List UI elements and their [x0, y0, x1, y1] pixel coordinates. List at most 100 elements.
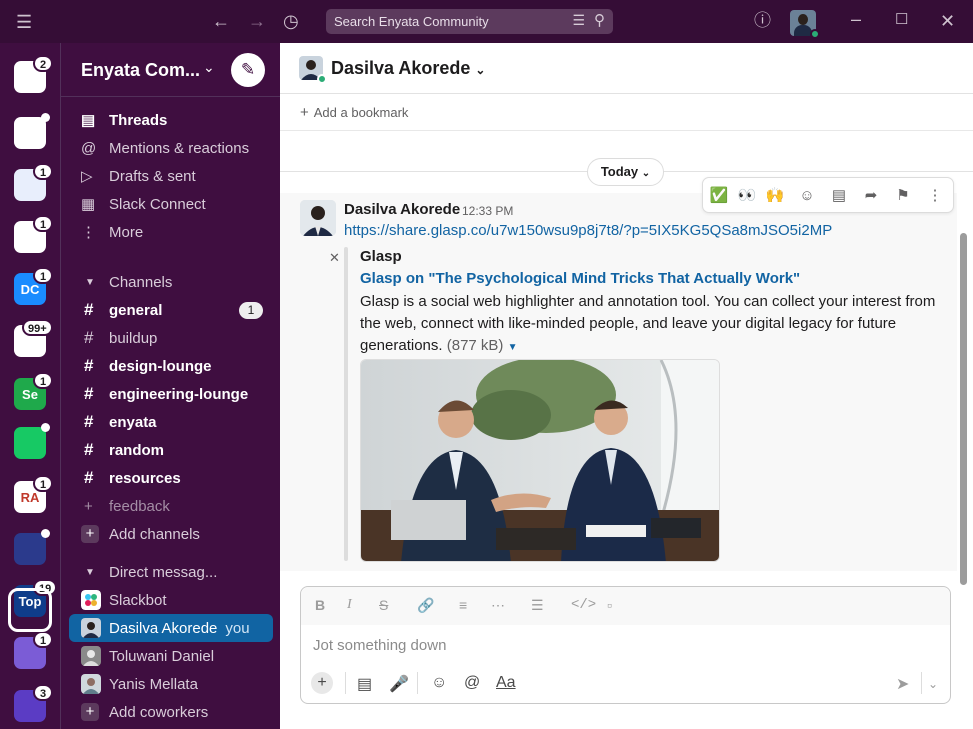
sidebar-item-label: Slack Connect [109, 195, 206, 213]
channel-item-feedback[interactable]: + feedback [81, 494, 263, 518]
add-coworkers-button[interactable]: + Add coworkers [81, 700, 208, 724]
search-bar[interactable]: Search Enyata Community ☰ ⚲ [326, 9, 613, 34]
formatting-toolbar: B I S 🔗 ≡ ⋯ ☰ </> ▫ [301, 587, 950, 625]
attach-plus-button[interactable]: + [311, 672, 333, 694]
workspace-unread-badge: 99+ [22, 319, 53, 336]
link-icon[interactable]: 🔗 [417, 597, 434, 614]
sidebar-item-drafts[interactable]: ▷ Drafts & sent [81, 164, 196, 188]
channel-item-engineering-lounge[interactable]: # engineering-lounge [81, 382, 263, 406]
channels-section-header[interactable]: ▼ Channels [85, 270, 172, 294]
workspace-activity-dot [41, 529, 50, 538]
format-toggle-button[interactable]: Aa [496, 674, 516, 692]
remove-preview-icon[interactable]: ✕ [329, 250, 340, 266]
search-icon[interactable]: ⚲ [594, 11, 605, 29]
reaction-eyes-button[interactable]: 👀 [735, 184, 759, 208]
hash-icon: # [84, 356, 94, 375]
code-block-icon[interactable]: ▫ [607, 597, 612, 613]
chevron-down-icon[interactable]: ⌄ [203, 59, 215, 76]
bold-icon[interactable]: B [315, 597, 325, 613]
filter-sliders-icon[interactable]: ☰ [572, 12, 585, 29]
back-arrow-icon[interactable]: ← [212, 12, 230, 30]
blockquote-icon[interactable]: ☰ [531, 597, 544, 614]
message-link[interactable]: https://share.glasp.co/u7w150wsu9p8j7t8/… [344, 222, 832, 239]
forward-arrow-icon[interactable]: → [248, 12, 266, 30]
unfurl-title-link[interactable]: Glasp on "The Psychological Mind Tricks … [360, 270, 800, 287]
channel-name: engineering-lounge [109, 385, 249, 403]
dm-section-header[interactable]: ▼ Direct messag... [85, 560, 217, 584]
history-icon[interactable]: ◷ [283, 12, 299, 30]
sidebar-divider [61, 96, 280, 97]
workspace-icon[interactable] [14, 427, 46, 459]
emoji-icon[interactable]: ☺ [431, 674, 447, 692]
more-icon: ⋮ [81, 224, 96, 241]
reaction-raised-hands-button[interactable]: 🙌 [763, 184, 787, 208]
compose-button[interactable]: ✎ [231, 53, 265, 87]
channel-item-resources[interactable]: # resources [81, 466, 263, 490]
schedule-chevron-icon[interactable]: ⌄ [928, 677, 938, 691]
message-input-placeholder[interactable]: Jot something down [313, 637, 446, 654]
dm-item-yanis-mellata[interactable]: Yanis Mellata [81, 672, 198, 696]
online-status-dot [810, 29, 820, 39]
message-composer[interactable]: B I S 🔗 ≡ ⋯ ☰ </> ▫ Jot something down +… [300, 586, 951, 704]
reaction-check-button[interactable]: ✅ [707, 184, 731, 208]
sidebar-item-more[interactable]: ⋮ More [81, 220, 143, 244]
workspace-unread-badge: 3 [33, 684, 53, 701]
help-icon[interactable]: ⓘ [754, 12, 771, 30]
italic-icon[interactable]: I [347, 597, 352, 613]
unfurl-site-name: Glasp [360, 248, 402, 265]
bulleted-list-icon[interactable]: ⋯ [491, 597, 505, 614]
close-icon[interactable]: ✕ [940, 12, 955, 30]
code-icon[interactable]: </> [571, 597, 596, 613]
channel-item-enyata[interactable]: # enyata [81, 410, 263, 434]
workspace-initials: Se [22, 386, 38, 402]
caret-down-icon[interactable]: ▼ [508, 342, 518, 353]
workspace-name[interactable]: Enyata Com... [81, 60, 200, 81]
send-icon[interactable]: ➤ [896, 674, 909, 694]
more-actions-icon[interactable]: ⋮ [923, 184, 947, 208]
workspace-icon[interactable] [14, 117, 46, 149]
add-coworkers-label: Add coworkers [109, 703, 209, 721]
day-label: Today [600, 164, 639, 179]
channel-item-buildup[interactable]: # buildup [81, 326, 263, 350]
sidebar-item-threads[interactable]: ▤ Threads [81, 108, 167, 132]
day-divider-pill[interactable]: Today ⌄ [587, 158, 664, 186]
add-reaction-icon[interactable]: ☺ [795, 184, 819, 208]
dm-item-toluwani-daniel[interactable]: Toluwani Daniel [81, 644, 214, 668]
chevron-down-icon: ⌄ [475, 63, 486, 77]
channel-name: resources [109, 469, 181, 487]
dm-item-dasilva-akorede[interactable]: Dasilva Akorede you [81, 616, 250, 640]
add-channels-button[interactable]: + Add channels [81, 522, 200, 546]
unfurl-description: Glasp is a social web highlighter and an… [360, 291, 950, 359]
workspace-unread-badge: 1 [33, 631, 53, 648]
add-channels-label: Add channels [109, 525, 200, 543]
microphone-icon[interactable]: 🎤 [389, 674, 409, 694]
minimize-icon[interactable]: – [851, 10, 861, 28]
message-author[interactable]: Dasilva Akorede [344, 201, 460, 218]
channel-item-random[interactable]: # random [81, 438, 263, 462]
scrollbar[interactable] [960, 233, 967, 585]
section-label: Channels [109, 273, 173, 291]
message-author-avatar[interactable] [300, 200, 336, 236]
mention-icon[interactable]: @ [464, 674, 480, 692]
bookmark-icon[interactable]: ⚑ [891, 184, 915, 208]
dm-name: Slackbot [109, 591, 167, 609]
sidebar-item-mentions[interactable]: @ Mentions & reactions [81, 136, 249, 160]
sidebar-item-slack-connect[interactable]: ▦ Slack Connect [81, 192, 206, 216]
reply-thread-icon[interactable]: ▤ [827, 184, 851, 208]
add-bookmark-button[interactable]: + Add a bookmark [300, 104, 408, 121]
dm-item-slackbot[interactable]: Slackbot [81, 588, 167, 612]
message-timestamp[interactable]: 12:33 PM [462, 204, 513, 218]
channel-item-design-lounge[interactable]: # design-lounge [81, 354, 263, 378]
unfurl-preview-image[interactable] [360, 359, 720, 562]
ordered-list-icon[interactable]: ≡ [459, 597, 467, 613]
online-status-dot [317, 74, 327, 84]
menu-icon[interactable]: ☰ [16, 13, 32, 31]
channel-item-general[interactable]: # general 1 [81, 298, 263, 322]
video-clip-icon[interactable]: ▤ [357, 674, 372, 694]
share-icon[interactable]: ➦ [859, 184, 883, 208]
strikethrough-icon[interactable]: S [379, 597, 388, 613]
workspace-icon[interactable] [14, 533, 46, 565]
channel-title[interactable]: Dasilva Akorede ⌄ [331, 58, 485, 79]
section-label: Direct messag... [109, 563, 218, 581]
maximize-icon[interactable]: ☐ [895, 11, 908, 29]
